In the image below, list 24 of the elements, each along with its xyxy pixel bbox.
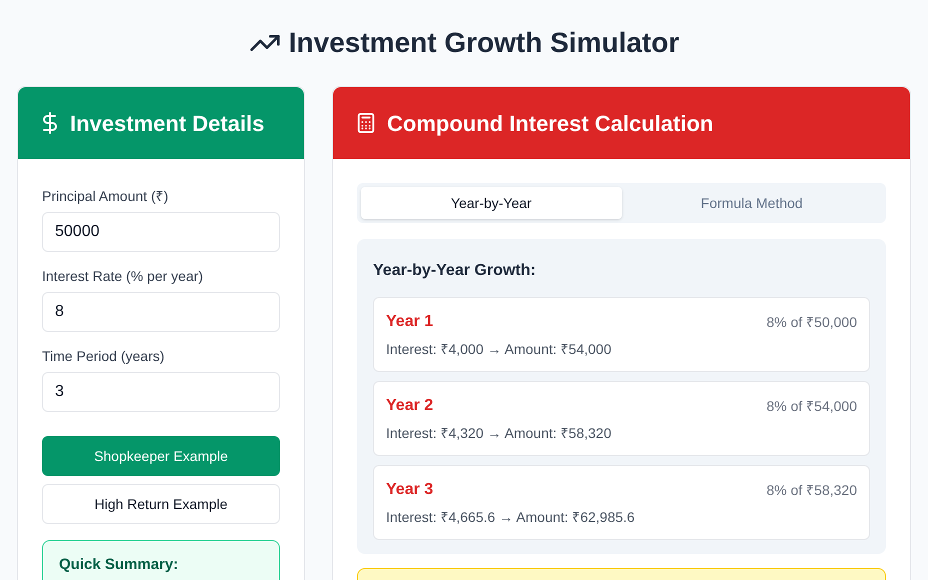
page-title: Investment Growth Simulator <box>288 26 680 60</box>
card-title: Compound Interest Calculation <box>387 110 714 138</box>
example-button[interactable]: High Return Example <box>42 484 280 524</box>
interest-text: Interest: ₹4,665.6 → Amount: ₹62,985.6 <box>386 508 636 527</box>
input-field[interactable]: 3 <box>42 372 280 412</box>
interest-text: Interest: ₹4,000 → Amount: ₹54,000 <box>386 340 612 359</box>
field-label: Time Period (years) <box>42 347 166 366</box>
year-label: Year 3 <box>386 480 434 500</box>
field-label: Interest Rate (% per year) <box>42 267 204 286</box>
rate-text: 8% of ₹50,000 <box>766 312 857 332</box>
year-label: Year 1 <box>386 312 434 332</box>
input-field[interactable]: 8 <box>42 292 280 332</box>
tab[interactable]: Year-by-Year <box>361 187 622 219</box>
example-button[interactable]: Shopkeeper Example <box>42 436 280 476</box>
rate-text: 8% of ₹54,000 <box>766 396 857 416</box>
rate-text: 8% of ₹58,320 <box>766 480 857 500</box>
input-field[interactable]: 50000 <box>42 212 280 252</box>
card-title: Investment Details <box>70 110 264 138</box>
interest-text: Interest: ₹4,320 → Amount: ₹58,320 <box>386 424 612 443</box>
tab[interactable]: Formula Method <box>622 187 882 219</box>
field-label: Principal Amount (₹) <box>42 187 170 206</box>
section-heading: Year-by-Year Growth: <box>373 261 537 281</box>
summary-heading: Quick Summary: <box>59 556 178 573</box>
year-label: Year 2 <box>386 396 434 416</box>
